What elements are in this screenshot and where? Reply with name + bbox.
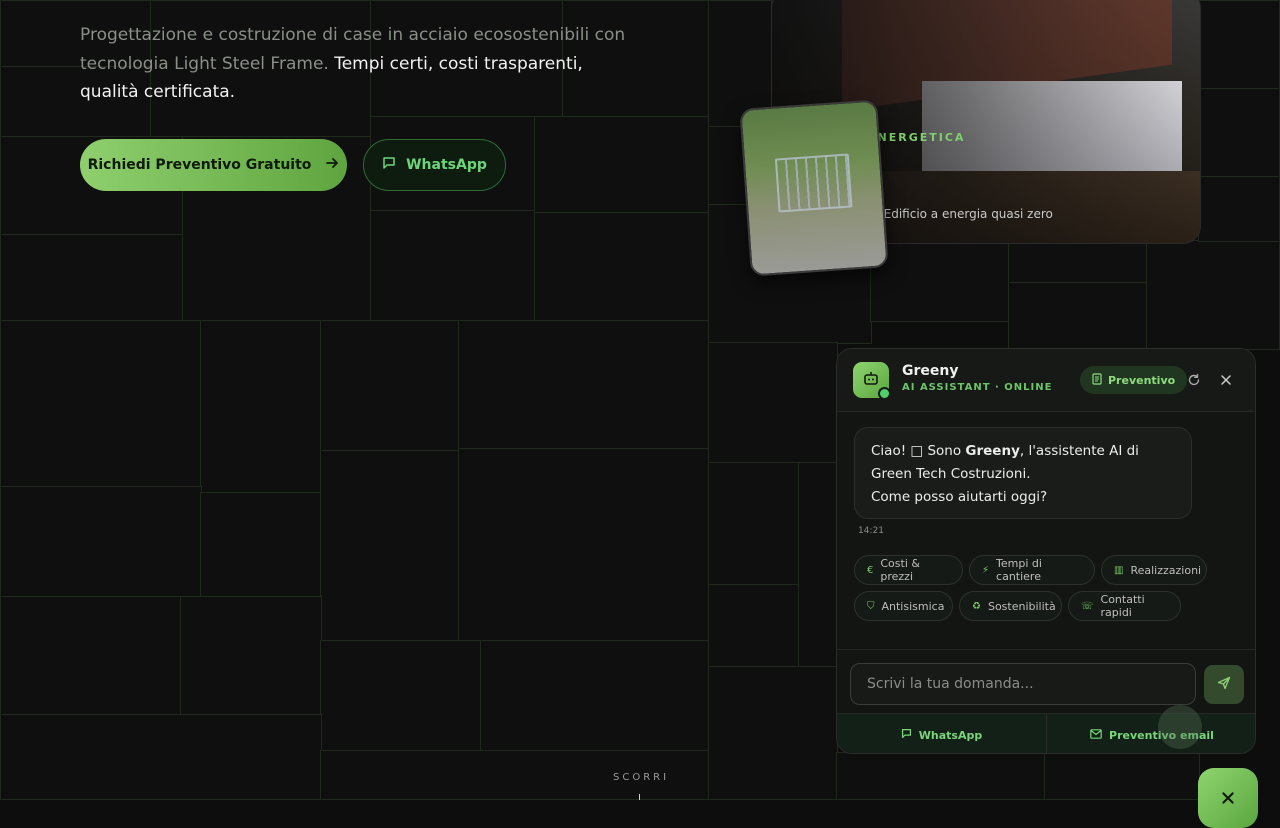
request-quote-label: Richiedi Preventivo Gratuito xyxy=(87,157,312,173)
close-icon xyxy=(1221,786,1235,810)
chat-toggle-button[interactable] xyxy=(1198,768,1258,828)
scroll-indicator xyxy=(639,794,640,800)
steel-frame-structure xyxy=(774,153,853,213)
chip-antiseismic[interactable]: ⛉ Antisismica xyxy=(854,591,953,621)
chat-bubble-icon xyxy=(901,728,912,742)
euro-icon: € xyxy=(867,564,874,576)
arrow-right-icon xyxy=(325,156,339,174)
chip-timing[interactable]: ⚡ Tempi di cantiere xyxy=(969,555,1095,585)
lightning-icon: ⚡ xyxy=(982,564,990,576)
chip-label: Tempi di cantiere xyxy=(996,557,1042,583)
footer-whatsapp-label: WhatsApp xyxy=(918,728,983,742)
chip-label: Antisismica xyxy=(881,599,945,613)
footer-whatsapp-button[interactable]: WhatsApp xyxy=(837,714,1046,753)
aerial-photo xyxy=(739,99,889,277)
scroll-label: SCORRI xyxy=(613,772,670,783)
document-icon xyxy=(1092,372,1102,388)
chip-projects[interactable]: ▥ Realizzazioni xyxy=(1101,555,1207,585)
footer-email-button[interactable]: Preventivo email xyxy=(1047,714,1255,753)
chip-label: Contatti rapidi xyxy=(1100,593,1145,619)
card-tag: ENERGETICA xyxy=(868,131,966,144)
message-bold: Greeny xyxy=(965,443,1020,459)
chip-label: Sostenibilità xyxy=(987,599,1056,613)
chip-label: Costi & prezzi xyxy=(880,557,920,583)
chip-sustainability[interactable]: ♻ Sostenibilità xyxy=(959,591,1062,621)
chat-bubble-icon xyxy=(382,156,396,174)
chip-costs[interactable]: € Costi & prezzi xyxy=(854,555,963,585)
chip-label: Realizzazioni xyxy=(1130,563,1202,577)
whatsapp-label: WhatsApp xyxy=(406,157,487,173)
close-icon[interactable] xyxy=(1215,369,1237,391)
chat-input-row xyxy=(837,649,1255,713)
chat-input[interactable] xyxy=(850,663,1196,705)
mail-icon xyxy=(1090,728,1102,742)
robot-icon xyxy=(863,370,879,390)
quote-button[interactable]: Preventivo xyxy=(1080,366,1188,394)
chip-contacts[interactable]: ☏ Contatti rapidi xyxy=(1068,591,1181,621)
refresh-icon[interactable] xyxy=(1183,369,1205,391)
message-text-pre: Ciao! □ Sono xyxy=(871,443,966,459)
bot-avatar xyxy=(853,362,891,400)
recycle-icon: ♻ xyxy=(972,600,981,612)
bot-name: Greeny xyxy=(902,363,959,379)
quote-label: Preventivo xyxy=(1108,373,1176,387)
cursor-highlight xyxy=(1158,705,1202,749)
message-question: Come posso aiutarti oggi? xyxy=(871,489,1048,505)
bot-message: Ciao! □ Sono Greeny, l'assistente AI di … xyxy=(854,427,1192,519)
chat-widget: Greeny AI ASSISTANT · ONLINE Preventivo … xyxy=(836,348,1256,754)
card-caption: · Edificio a energia quasi zero xyxy=(876,207,1053,221)
shield-icon: ⛉ xyxy=(867,600,875,612)
online-indicator xyxy=(878,387,891,400)
phone-icon: ☏ xyxy=(1081,600,1094,612)
bot-status: AI ASSISTANT · ONLINE xyxy=(902,382,1053,393)
message-timestamp: 14:21 xyxy=(858,526,884,536)
request-quote-button[interactable]: Richiedi Preventivo Gratuito xyxy=(80,139,347,191)
hero-description: Progettazione e costruzione di case in a… xyxy=(80,21,640,107)
whatsapp-button[interactable]: WhatsApp xyxy=(363,139,506,191)
chat-header: Greeny AI ASSISTANT · ONLINE Preventivo xyxy=(837,349,1255,412)
building-icon: ▥ xyxy=(1114,564,1124,576)
send-button[interactable] xyxy=(1204,665,1244,704)
send-icon xyxy=(1217,675,1231,694)
